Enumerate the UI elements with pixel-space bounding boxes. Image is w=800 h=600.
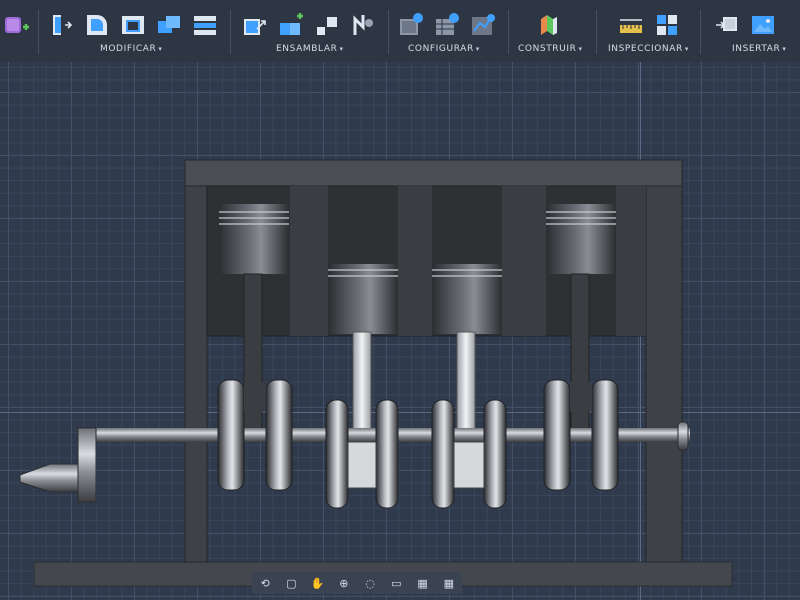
left-post [184, 161, 208, 563]
block-wall [616, 186, 646, 336]
group-label-inspeccionar[interactable]: INSPECCIONAR ▾ [608, 44, 689, 54]
block-wall [290, 186, 328, 336]
grid-settings-icon[interactable]: ▦ [412, 574, 434, 592]
block-wall [398, 186, 432, 336]
shaft-nose [19, 463, 79, 493]
motion-link-icon[interactable] [348, 10, 378, 40]
piston [328, 264, 398, 334]
look-at-icon[interactable]: ▢ [280, 574, 302, 592]
rear-bearing [677, 421, 689, 451]
press-pull-icon[interactable] [46, 10, 76, 40]
insert-image-icon[interactable] [748, 10, 778, 40]
display-settings-icon[interactable]: ▭ [385, 574, 407, 592]
joint-icon[interactable] [276, 10, 306, 40]
right-post [645, 161, 683, 563]
configure-rule-icon[interactable] [468, 10, 498, 40]
align-icon[interactable] [312, 10, 342, 40]
toolbar: MODIFICAR ▾ ENSAMBLAR ▾ CONFIGURAR ▾ CONSTR… [0, 0, 800, 63]
orbit-icon[interactable]: ⟲ [254, 574, 276, 592]
shaft-flange [77, 427, 97, 503]
configure-icon[interactable] [396, 10, 426, 40]
interference-icon[interactable] [652, 10, 682, 40]
combine-icon[interactable] [154, 10, 184, 40]
insert-derive-icon[interactable] [712, 10, 742, 40]
new-component-icon[interactable] [240, 10, 270, 40]
zoom-icon[interactable]: ⊕ [333, 574, 355, 592]
pan-icon[interactable]: ✋ [307, 574, 329, 592]
configure-table-icon[interactable] [432, 10, 462, 40]
viewports-icon[interactable]: ▦ [438, 574, 460, 592]
group-label-construir[interactable]: CONSTRUIR ▾ [518, 44, 583, 54]
group-label-insertar[interactable]: INSERTAR ▾ [732, 44, 787, 54]
create-form-icon[interactable] [2, 10, 32, 40]
group-label-ensamblar[interactable]: ENSAMBLAR ▾ [276, 44, 344, 54]
stack-icon[interactable] [190, 10, 220, 40]
piston [546, 204, 616, 274]
top-plate [184, 159, 683, 187]
fit-icon[interactable]: ◌ [359, 574, 381, 592]
measure-icon[interactable] [616, 10, 646, 40]
group-label-configurar[interactable]: CONFIGURAR ▾ [408, 44, 480, 54]
piston [219, 204, 289, 274]
shell-icon[interactable] [118, 10, 148, 40]
piston [432, 264, 502, 334]
block-wall [502, 186, 546, 336]
build-icon[interactable] [534, 10, 564, 40]
engine-model[interactable] [0, 62, 800, 600]
navigation-bar: ⟲ ▢ ✋ ⊕ ◌ ▭ ▦ ▦ [252, 572, 462, 594]
fillet-icon[interactable] [82, 10, 112, 40]
group-label-modificar[interactable]: MODIFICAR ▾ [100, 44, 162, 54]
